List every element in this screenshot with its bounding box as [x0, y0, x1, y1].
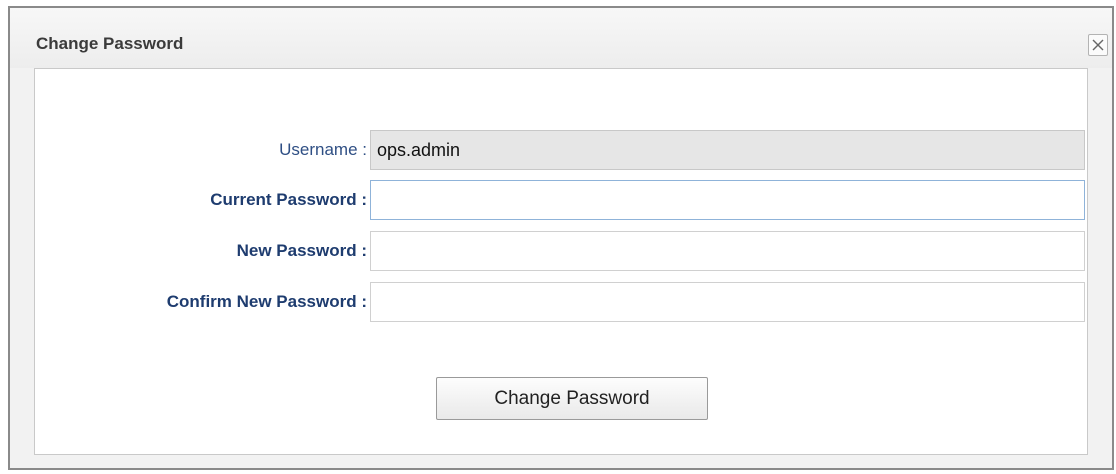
current-password-field[interactable] [370, 180, 1085, 220]
confirm-password-field[interactable] [370, 282, 1085, 322]
close-button[interactable] [1088, 34, 1108, 56]
username-field [370, 130, 1085, 170]
new-password-row: New Password : [35, 231, 1087, 271]
change-password-button[interactable]: Change Password [436, 377, 708, 420]
dialog-content: Username : Current Password : New Passwo… [34, 68, 1088, 455]
new-password-field[interactable] [370, 231, 1085, 271]
dialog-title: Change Password [36, 34, 184, 53]
current-password-row: Current Password : [35, 180, 1087, 220]
new-password-label: New Password : [236, 241, 367, 260]
username-row: Username : [35, 130, 1087, 170]
close-x-icon [1092, 39, 1104, 51]
confirm-password-row: Confirm New Password : [35, 282, 1087, 322]
confirm-password-label: Confirm New Password : [166, 292, 367, 311]
change-password-dialog: Change Password Username : Current Passw… [8, 6, 1114, 470]
username-label: Username : [279, 140, 367, 159]
dialog-titlebar: Change Password [10, 8, 1112, 68]
current-password-label: Current Password : [210, 190, 367, 209]
